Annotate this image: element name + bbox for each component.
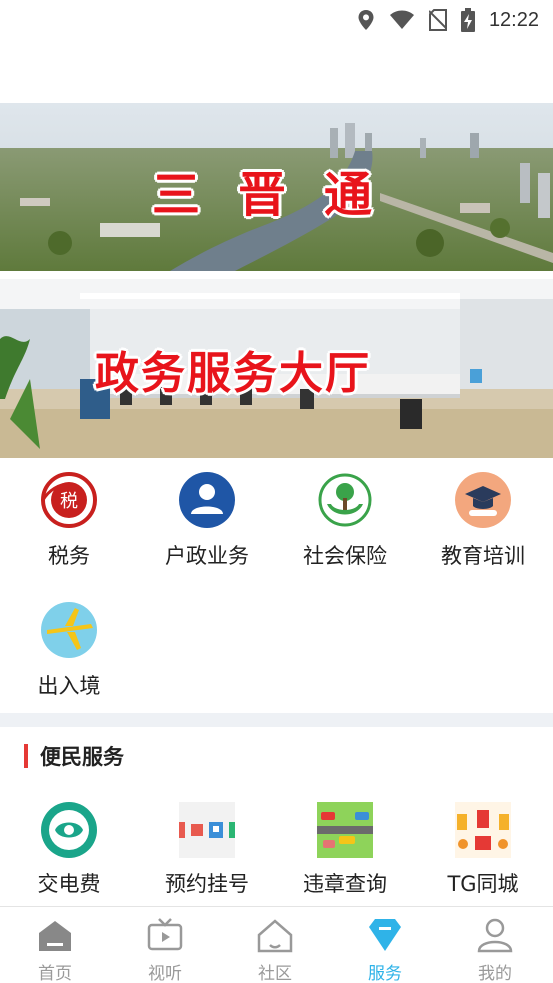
banner-carousel[interactable]: 三晋通 政务服务大厅 [0, 103, 553, 458]
tab-label: 视听 [148, 964, 182, 983]
profile-icon [477, 918, 513, 953]
banner-divider [0, 271, 553, 279]
tab-label: 首页 [38, 964, 72, 983]
service-household[interactable]: 户政业务 [138, 470, 276, 570]
city-river-image: 三晋通 [0, 103, 553, 271]
no-sim-icon [428, 9, 447, 31]
convenience-label: TG同城 [447, 872, 519, 896]
tv-icon [147, 918, 183, 951]
wifi-icon [389, 10, 414, 29]
convenience-appointment[interactable]: 预约挂号 [138, 800, 276, 898]
service-label: 社会保险 [303, 544, 387, 568]
convenience-label: 预约挂号 [165, 872, 249, 896]
electricity-icon [41, 802, 97, 858]
bottom-tab-bar: 首页 视听 社区 服务 我的 [0, 906, 553, 983]
community-icon [257, 919, 293, 953]
service-hall-image: 政务服务大厅 [0, 279, 553, 458]
tab-home[interactable]: 首页 [0, 915, 110, 983]
social-insurance-icon [317, 472, 373, 528]
service-icon [369, 919, 401, 951]
traffic-violation-icon [317, 802, 373, 858]
service-education[interactable]: 教育培训 [414, 470, 552, 570]
service-label: 税务 [48, 544, 90, 568]
convenience-tg-city[interactable]: TG同城 [414, 800, 552, 898]
service-label: 出入境 [37, 674, 101, 698]
status-bar: 12:22 [0, 0, 553, 40]
convenience-label: 交电费 [37, 872, 101, 896]
service-label: 教育培训 [441, 544, 525, 568]
status-time: 12:22 [488, 8, 539, 31]
service-immigration[interactable]: 出入境 [0, 600, 138, 700]
convenience-electricity[interactable]: 交电费 [0, 800, 138, 898]
tg-city-icon [455, 802, 511, 858]
banner-title-bottom: 政务服务大厅 [95, 348, 371, 399]
section-header: 便民服务 [24, 743, 124, 769]
battery-charging-icon [460, 8, 475, 32]
service-social-insurance[interactable]: 社会保险 [276, 470, 414, 570]
education-icon [455, 472, 511, 528]
household-icon [179, 472, 235, 528]
section-title: 便民服务 [40, 745, 124, 769]
convenience-traffic[interactable]: 违章查询 [276, 800, 414, 898]
service-label: 户政业务 [165, 544, 249, 568]
service-tax[interactable]: 税 税务 [0, 470, 138, 570]
tab-label: 社区 [258, 964, 292, 983]
convenience-label: 违章查询 [303, 872, 387, 896]
svg-text:税: 税 [60, 491, 78, 512]
section-separator [0, 713, 553, 727]
tab-media[interactable]: 视听 [110, 915, 220, 983]
tab-label: 我的 [478, 964, 512, 983]
home-icon [39, 921, 71, 951]
banner-title-top: 三晋通 [152, 167, 411, 223]
location-icon [358, 10, 374, 30]
section-accent-bar [24, 744, 28, 768]
tab-community[interactable]: 社区 [220, 915, 330, 983]
airplane-icon [41, 602, 97, 658]
tab-label: 服务 [368, 964, 402, 983]
tax-icon: 税 [41, 472, 97, 528]
appointment-icon [179, 802, 235, 858]
tab-service[interactable]: 服务 [330, 915, 440, 983]
tab-profile[interactable]: 我的 [440, 915, 550, 983]
